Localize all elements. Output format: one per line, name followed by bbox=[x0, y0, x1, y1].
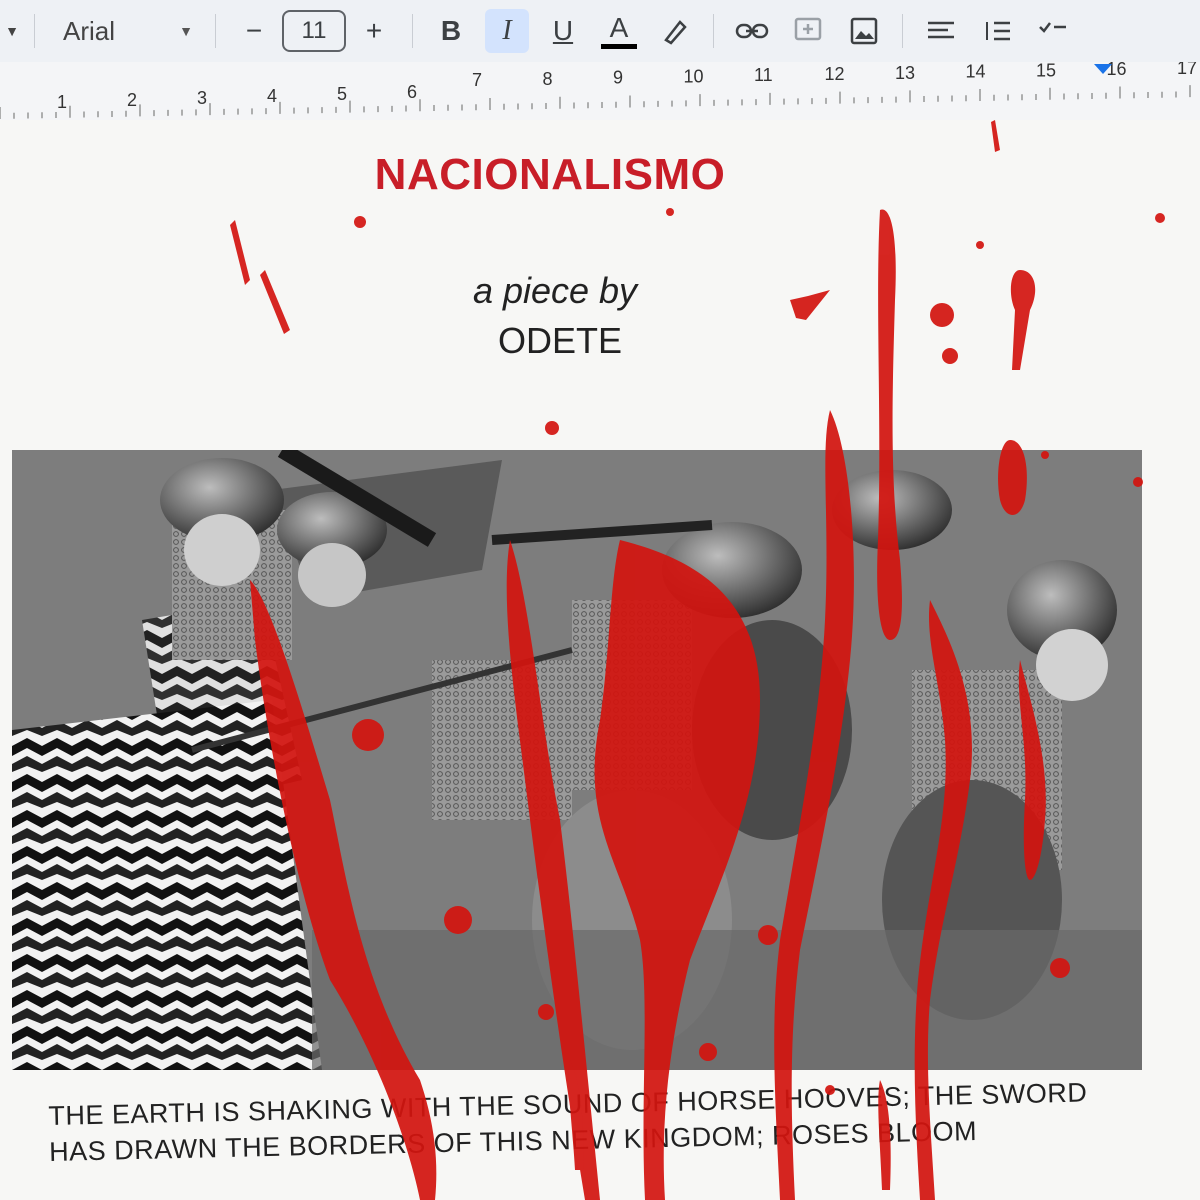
byline-text: a piece by bbox=[472, 270, 638, 311]
ruler-number: 13 bbox=[895, 63, 915, 83]
ruler-number: 5 bbox=[337, 84, 347, 104]
toolbar-divider bbox=[34, 14, 35, 48]
ruler-number: 10 bbox=[684, 66, 704, 86]
document-page[interactable]: NACIONALISMO a piece by ODETE THE EARTH … bbox=[0, 120, 1200, 1200]
font-family-select[interactable]: Arial ▼ bbox=[45, 11, 205, 51]
italic-button[interactable]: I bbox=[485, 9, 529, 53]
toolbar-divider bbox=[215, 14, 216, 48]
decrease-font-size-button[interactable]: − bbox=[232, 9, 276, 53]
increase-font-size-button[interactable]: + bbox=[352, 9, 396, 53]
author-name: ODETE bbox=[497, 320, 622, 361]
ruler-number: 15 bbox=[1036, 62, 1056, 80]
highlight-pen-icon[interactable] bbox=[653, 9, 697, 53]
horizontal-ruler[interactable]: 1 2 3 4 5 6 7 8 9 10 11 12 13 14 15 16 17 bbox=[0, 62, 1200, 121]
font-size-input[interactable]: 11 bbox=[282, 10, 346, 52]
underline-button[interactable]: U bbox=[541, 9, 585, 53]
ruler-number: 4 bbox=[267, 86, 277, 106]
ruler-number: 7 bbox=[472, 70, 482, 90]
ruler-number: 14 bbox=[966, 62, 986, 82]
ruler-number: 6 bbox=[407, 82, 417, 102]
toolbar-divider bbox=[713, 14, 714, 48]
text-color-button[interactable]: A bbox=[597, 9, 641, 53]
bold-button[interactable]: B bbox=[429, 9, 473, 53]
ruler-number: 9 bbox=[613, 68, 623, 88]
link-icon[interactable] bbox=[730, 9, 774, 53]
ruler-number: 11 bbox=[754, 65, 773, 85]
text-color-label: A bbox=[609, 11, 629, 43]
ruler-graphic: 1 2 3 4 5 67 8 9 10 11 12 13 14 15 16 17 bbox=[0, 62, 1197, 119]
document-title: NACIONALISMO bbox=[374, 150, 726, 199]
toolbar-divider bbox=[412, 14, 413, 48]
embedded-image[interactable] bbox=[12, 450, 1142, 1070]
align-icon[interactable] bbox=[919, 9, 963, 53]
chevron-down-icon: ▼ bbox=[179, 23, 193, 39]
toolbar-divider bbox=[902, 14, 903, 48]
ruler-number: 2 bbox=[127, 90, 137, 110]
chevron-down-icon[interactable]: ▼ bbox=[0, 23, 24, 39]
comment-icon[interactable] bbox=[786, 9, 830, 53]
image-icon[interactable] bbox=[842, 9, 886, 53]
checklist-icon[interactable] bbox=[1031, 9, 1075, 53]
font-family-value: Arial bbox=[63, 15, 116, 46]
ruler-number: 12 bbox=[825, 64, 845, 84]
ruler-number: 17 bbox=[1177, 62, 1197, 78]
text-color-swatch bbox=[601, 43, 637, 49]
line-spacing-icon[interactable] bbox=[975, 9, 1019, 53]
medieval-battle-image bbox=[12, 450, 1142, 1070]
body-paragraph[interactable]: THE EARTH IS SHAKING WITH THE SOUND OF H… bbox=[48, 1073, 1149, 1170]
ruler-number: 1 bbox=[57, 92, 67, 112]
formatting-toolbar: ▼ Arial ▼ − 11 + B I U A bbox=[0, 0, 1200, 63]
ruler-number: 3 bbox=[197, 88, 207, 108]
ruler-number: 8 bbox=[543, 69, 553, 89]
